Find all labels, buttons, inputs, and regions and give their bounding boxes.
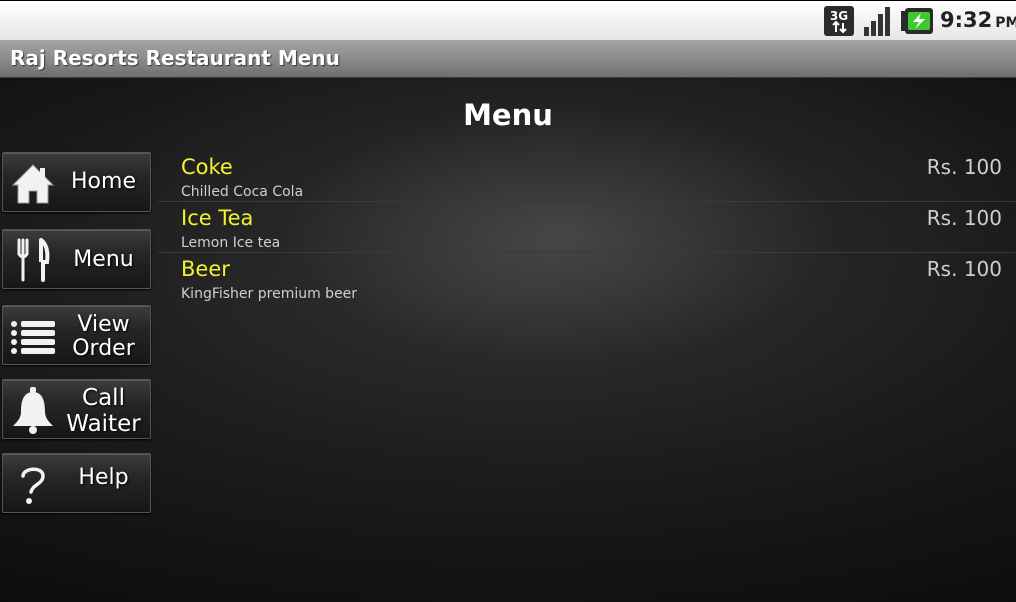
menu-item[interactable]: Coke Chilled Coca Cola Rs. 100 <box>158 151 1016 202</box>
view-order-button-label: View Order <box>61 313 146 361</box>
call-waiter-label-line2: Waiter <box>66 411 141 437</box>
app-title-bar: Raj Resorts Restaurant Menu <box>0 40 1016 78</box>
home-button-label: Home <box>71 169 136 194</box>
clock-time: 9:32 <box>940 8 993 32</box>
page-title: Menu <box>463 98 553 132</box>
menu-button-label: Menu <box>73 247 134 272</box>
question-icon <box>21 467 45 504</box>
item-name: Ice Tea <box>181 206 254 230</box>
view-order-button[interactable]: View Order <box>2 305 151 365</box>
call-waiter-label-line1: Call <box>82 385 125 411</box>
menu-item[interactable]: Ice Tea Lemon Ice tea Rs. 100 <box>158 202 1016 253</box>
view-order-label-line2: Order <box>72 336 135 361</box>
svg-text:3G: 3G <box>830 9 848 23</box>
menu-item[interactable]: Beer KingFisher premium beer Rs. 100 <box>158 253 1016 303</box>
list-icon <box>11 321 55 354</box>
signal-strength-icon <box>864 7 890 36</box>
call-waiter-button-label: Call Waiter <box>61 385 146 437</box>
bell-icon <box>13 387 53 434</box>
menu-button[interactable]: Menu <box>2 229 151 289</box>
status-bar: 3G 9:32 PM <box>0 0 1016 40</box>
app-title: Raj Resorts Restaurant Menu <box>10 46 340 70</box>
item-price: Rs. 100 <box>926 155 1002 179</box>
item-name: Coke <box>181 155 233 179</box>
clock: 9:32 PM <box>940 8 1016 32</box>
item-name: Beer <box>181 257 230 281</box>
call-waiter-button[interactable]: Call Waiter <box>2 379 151 439</box>
battery-charging-icon <box>901 8 933 34</box>
help-button-label: Help <box>78 465 129 490</box>
fork-knife-icon <box>17 238 50 282</box>
view-order-label-line1: View <box>77 312 130 337</box>
item-price: Rs. 100 <box>926 257 1002 281</box>
home-button[interactable]: Home <box>2 152 151 212</box>
item-description: Lemon Ice tea <box>181 235 281 251</box>
item-description: Chilled Coca Cola <box>181 184 304 200</box>
menu-item-list: Coke Chilled Coca Cola Rs. 100 Ice Tea L… <box>158 151 1016 303</box>
item-price: Rs. 100 <box>926 206 1002 230</box>
home-icon <box>11 164 55 204</box>
main-content: Menu Home Menu View Order Call Waiter He… <box>0 78 1016 602</box>
item-description: KingFisher premium beer <box>181 286 358 302</box>
clock-ampm: PM <box>995 15 1016 31</box>
help-button[interactable]: Help <box>2 453 151 513</box>
network-3g-icon: 3G <box>824 6 854 36</box>
